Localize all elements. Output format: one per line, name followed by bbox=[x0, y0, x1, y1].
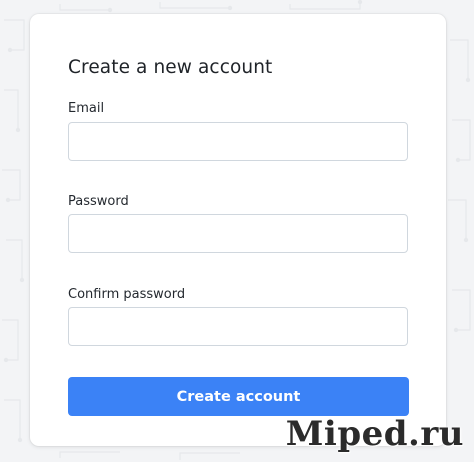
password-label: Password bbox=[68, 194, 129, 209]
email-label: Email bbox=[68, 101, 105, 116]
form-title: Create a new account bbox=[68, 57, 273, 78]
confirm-password-label: Confirm password bbox=[68, 287, 186, 302]
site-watermark: Miped.ru bbox=[285, 414, 464, 454]
email-field[interactable] bbox=[68, 122, 408, 161]
password-field[interactable] bbox=[68, 214, 408, 253]
signup-card: Create a new account Email Password Conf… bbox=[30, 14, 446, 446]
create-account-button[interactable]: Create account bbox=[68, 377, 409, 416]
confirm-password-field[interactable] bbox=[68, 307, 408, 346]
